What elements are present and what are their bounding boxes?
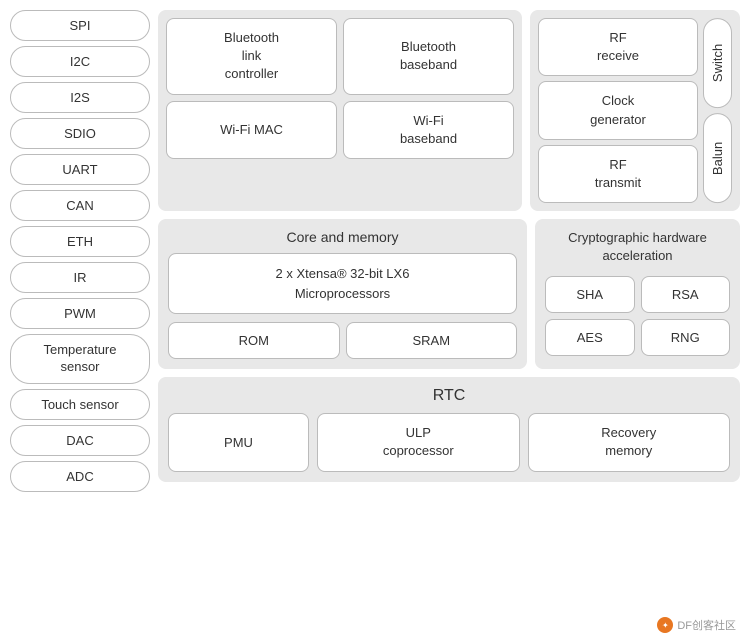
crypto-block: Cryptographic hardwareacceleration SHA R…	[535, 219, 740, 369]
ulp-coprocessor-box: ULPcoprocessor	[317, 413, 520, 471]
left-column: SPI I2C I2S SDIO UART CAN ETH IR PWM Tem…	[10, 10, 150, 631]
wireless-block: Bluetoothlinkcontroller Bluetoothbaseban…	[158, 10, 522, 211]
left-item-sdio: SDIO	[10, 118, 150, 149]
wifi-baseband: Wi-Fibaseband	[343, 101, 514, 159]
left-item-touch: Touch sensor	[10, 389, 150, 420]
crypto-grid: SHA RSA AES RNG	[545, 276, 730, 356]
left-item-temp: Temperaturesensor	[10, 334, 150, 384]
sram-box: SRAM	[346, 322, 518, 359]
left-item-pwm: PWM	[10, 298, 150, 329]
pmu-box: PMU	[168, 413, 309, 471]
left-item-i2s: I2S	[10, 82, 150, 113]
processor-box: 2 x Xtensa® 32-bit LX6Microprocessors	[168, 253, 517, 314]
balun-component: Balun	[703, 113, 732, 203]
watermark: ✦ DF创客社区	[657, 617, 736, 633]
rom-box: ROM	[168, 322, 340, 359]
middle-section: Core and memory 2 x Xtensa® 32-bit LX6Mi…	[158, 219, 740, 369]
wireless-row2: Wi-Fi MAC Wi-Fibaseband	[166, 101, 514, 159]
rf-right: Switch Balun	[703, 18, 732, 203]
rng-box: RNG	[641, 319, 731, 356]
left-item-eth: ETH	[10, 226, 150, 257]
sha-box: SHA	[545, 276, 635, 313]
rf-transmit: RFtransmit	[538, 145, 698, 203]
rtc-row: PMU ULPcoprocessor Recoverymemory	[168, 413, 730, 471]
bluetooth-baseband: Bluetoothbaseband	[343, 18, 514, 95]
core-bottom: ROM SRAM	[168, 322, 517, 359]
wifi-mac: Wi-Fi MAC	[166, 101, 337, 159]
aes-box: AES	[545, 319, 635, 356]
rf-left: RFreceive Clockgenerator RFtransmit	[538, 18, 698, 203]
left-item-dac: DAC	[10, 425, 150, 456]
left-item-can: CAN	[10, 190, 150, 221]
wireless-row1: Bluetoothlinkcontroller Bluetoothbaseban…	[166, 18, 514, 95]
rf-receive: RFreceive	[538, 18, 698, 76]
bluetooth-link-controller: Bluetoothlinkcontroller	[166, 18, 337, 95]
rtc-block: RTC PMU ULPcoprocessor Recoverymemory	[158, 377, 740, 481]
watermark-text: DF创客社区	[677, 617, 736, 633]
left-item-uart: UART	[10, 154, 150, 185]
left-item-ir: IR	[10, 262, 150, 293]
right-area: Bluetoothlinkcontroller Bluetoothbaseban…	[158, 10, 740, 631]
crypto-title: Cryptographic hardwareacceleration	[545, 229, 730, 265]
switch-component: Switch	[703, 18, 732, 108]
left-item-adc: ADC	[10, 461, 150, 492]
rsa-box: RSA	[641, 276, 731, 313]
top-section: Bluetoothlinkcontroller Bluetoothbaseban…	[158, 10, 740, 211]
rf-block: RFreceive Clockgenerator RFtransmit Swit…	[530, 10, 740, 211]
recovery-memory-box: Recoverymemory	[528, 413, 731, 471]
core-title: Core and memory	[168, 229, 517, 245]
df-logo: ✦	[657, 617, 673, 633]
clock-generator: Clockgenerator	[538, 81, 698, 139]
core-block: Core and memory 2 x Xtensa® 32-bit LX6Mi…	[158, 219, 527, 369]
left-item-i2c: I2C	[10, 46, 150, 77]
left-item-spi: SPI	[10, 10, 150, 41]
rtc-title: RTC	[168, 387, 730, 405]
